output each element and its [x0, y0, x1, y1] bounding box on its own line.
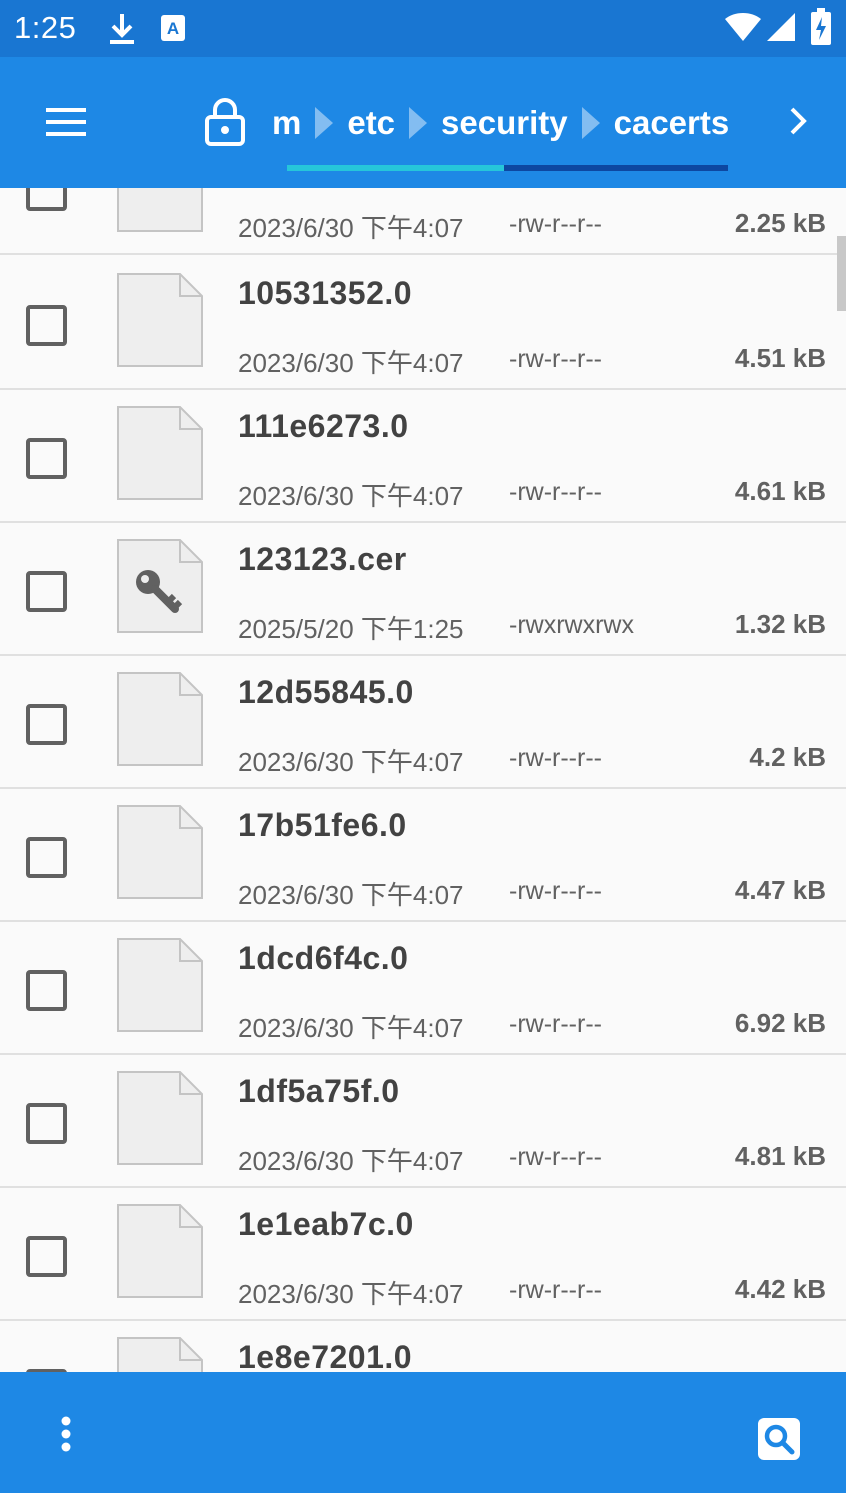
file-date: 2023/6/30 下午4:07 [238, 1279, 464, 1309]
file-permissions: -rw-r--r-- [509, 210, 602, 238]
file-date: 2025/5/20 下午1:25 [238, 614, 464, 644]
battery-charging-icon [810, 8, 832, 51]
file-size: 4.81 kB [734, 1141, 826, 1171]
file-icon [115, 188, 205, 234]
list-item[interactable]: 123123.cer 2025/5/20 下午1:25 -rwxrwxrwx 1… [0, 523, 846, 656]
row-checkbox[interactable] [26, 188, 67, 211]
search-icon[interactable] [756, 1416, 802, 1462]
file-icon [115, 803, 205, 901]
file-icon [115, 1335, 205, 1372]
file-size: 4.51 kB [734, 343, 826, 373]
file-name: 12d55845.0 [238, 674, 414, 710]
breadcrumb-item-m[interactable]: m [272, 104, 301, 142]
file-permissions: -rw-r--r-- [509, 345, 602, 373]
file-date: 2023/6/30 下午4:07 [238, 481, 464, 511]
row-checkbox[interactable] [26, 1236, 67, 1277]
file-name: 123123.cer [238, 541, 407, 577]
key-file-icon [115, 537, 205, 635]
list-item[interactable]: 2023/6/30 下午4:07 -rw-r--r-- 2.25 kB [0, 188, 846, 255]
file-size: 6.92 kB [734, 1008, 826, 1038]
chevron-right-icon[interactable] [780, 101, 816, 141]
file-date: 2023/6/30 下午4:07 [238, 880, 464, 910]
file-permissions: -rw-r--r-- [509, 1010, 602, 1038]
keyboard-a-icon: A [160, 14, 186, 47]
file-size: 1.32 kB [734, 609, 826, 639]
file-name: 10531352.0 [238, 275, 413, 311]
wifi-icon [724, 12, 762, 47]
file-date: 2023/6/30 下午4:07 [238, 348, 464, 378]
list-item[interactable]: 12d55845.0 2023/6/30 下午4:07 -rw-r--r-- 4… [0, 656, 846, 789]
breadcrumb-item-security[interactable]: security [441, 104, 568, 142]
status-bar: 1:25 A [0, 0, 846, 57]
file-name: 1e1eab7c.0 [238, 1206, 414, 1242]
file-name: 1e8e7201.0 [238, 1339, 413, 1372]
breadcrumb: m etc security cacerts [272, 101, 729, 145]
file-permissions: -rw-r--r-- [509, 877, 602, 905]
list-item[interactable]: 10531352.0 2023/6/30 下午4:07 -rw-r--r-- 4… [0, 257, 846, 390]
file-date: 2023/6/30 下午4:07 [238, 213, 464, 243]
file-permissions: -rw-r--r-- [509, 1143, 602, 1171]
row-checkbox[interactable] [26, 438, 67, 479]
file-permissions: -rwxrwxrwx [509, 611, 634, 639]
file-size: 4.2 kB [749, 742, 826, 772]
svg-text:A: A [167, 19, 179, 38]
file-icon [115, 271, 205, 369]
row-checkbox[interactable] [26, 1103, 67, 1144]
breadcrumb-scroll-indicator [287, 165, 728, 171]
file-icon [115, 670, 205, 768]
list-item[interactable]: 111e6273.0 2023/6/30 下午4:07 -rw-r--r-- 4… [0, 390, 846, 523]
download-icon [108, 12, 136, 51]
toolbar: m etc security cacerts [0, 57, 846, 188]
bottom-action-bar [0, 1372, 846, 1493]
signal-icon [766, 12, 796, 47]
file-size: 4.47 kB [734, 875, 826, 905]
breadcrumb-item-etc[interactable]: etc [347, 104, 395, 142]
scrollbar-thumb[interactable] [837, 236, 846, 311]
breadcrumb-separator-icon [409, 107, 428, 139]
list-item[interactable]: 1dcd6f4c.0 2023/6/30 下午4:07 -rw-r--r-- 6… [0, 922, 846, 1055]
file-size: 4.61 kB [734, 476, 826, 506]
breadcrumb-item-cacerts[interactable]: cacerts [614, 104, 730, 142]
file-size: 4.42 kB [734, 1274, 826, 1304]
row-checkbox[interactable] [26, 704, 67, 745]
hamburger-menu-icon[interactable] [38, 97, 94, 147]
list-item[interactable]: 1df5a75f.0 2023/6/30 下午4:07 -rw-r--r-- 4… [0, 1055, 846, 1188]
file-date: 2023/6/30 下午4:07 [238, 747, 464, 777]
file-size: 2.25 kB [734, 208, 826, 238]
row-checkbox[interactable] [26, 571, 67, 612]
file-date: 2023/6/30 下午4:07 [238, 1013, 464, 1043]
file-name: 1dcd6f4c.0 [238, 940, 409, 976]
file-date: 2023/6/30 下午4:07 [238, 1146, 464, 1176]
file-name: 17b51fe6.0 [238, 807, 407, 843]
file-permissions: -rw-r--r-- [509, 744, 602, 772]
row-checkbox[interactable] [26, 970, 67, 1011]
status-time: 1:25 [14, 10, 77, 45]
list-item[interactable]: 1e1eab7c.0 2023/6/30 下午4:07 -rw-r--r-- 4… [0, 1188, 846, 1321]
more-vertical-icon[interactable] [44, 1410, 88, 1458]
file-name: 111e6273.0 [238, 408, 409, 444]
file-permissions: -rw-r--r-- [509, 478, 602, 506]
row-checkbox[interactable] [26, 837, 67, 878]
file-icon [115, 936, 205, 1034]
lock-icon[interactable] [204, 97, 246, 152]
list-item[interactable]: 1e8e7201.0 [0, 1321, 846, 1372]
file-list[interactable]: 2023/6/30 下午4:07 -rw-r--r-- 2.25 kB 1053… [0, 188, 846, 1372]
list-item[interactable]: 17b51fe6.0 2023/6/30 下午4:07 -rw-r--r-- 4… [0, 789, 846, 922]
file-icon [115, 404, 205, 502]
file-name: 1df5a75f.0 [238, 1073, 400, 1109]
file-icon [115, 1069, 205, 1167]
file-icon [115, 1202, 205, 1300]
row-checkbox[interactable] [26, 305, 67, 346]
breadcrumb-separator-icon [581, 107, 600, 139]
file-permissions: -rw-r--r-- [509, 1276, 602, 1304]
breadcrumb-separator-icon [315, 107, 334, 139]
